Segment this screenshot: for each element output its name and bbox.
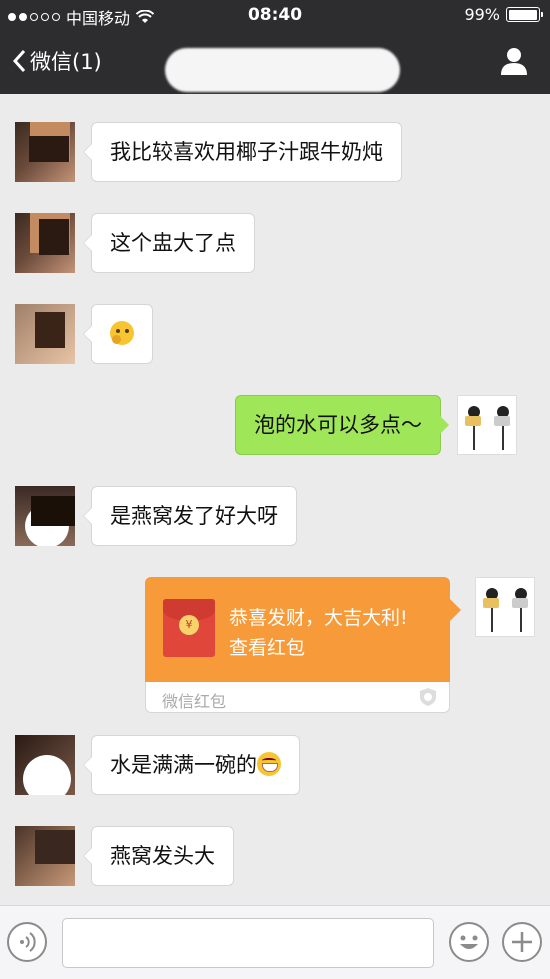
thinking-emoji-icon (110, 321, 134, 345)
chat-title-redacted (165, 48, 400, 92)
message-text: 是燕窝发了好大呀 (110, 504, 278, 528)
voice-button[interactable] (7, 922, 47, 962)
profile-icon[interactable] (500, 46, 528, 76)
message-bubble[interactable]: 我比较喜欢用椰子汁跟牛奶炖 (83, 122, 402, 182)
message-text: 这个盅大了点 (110, 231, 236, 255)
nav-bar: 微信(1) (0, 32, 550, 94)
chat-message (15, 304, 153, 364)
battery-percent: 99% (464, 5, 500, 24)
status-bar: 中国移动 08:40 99% (0, 0, 550, 32)
red-packet-message[interactable]: ¥ 恭喜发财，大吉大利! 查看红包 微信红包 (145, 577, 461, 713)
back-button[interactable]: 微信(1) (12, 46, 102, 76)
red-envelope-icon: ¥ (163, 599, 215, 657)
avatar[interactable] (15, 304, 75, 364)
grin-emoji-icon (257, 752, 281, 776)
red-packet-view: 查看红包 (229, 637, 306, 659)
chat-message: 是燕窝发了好大呀 (15, 486, 297, 546)
top-bar: 中国移动 08:40 99% 微信(1) (0, 0, 550, 94)
emoji-button[interactable] (449, 922, 489, 962)
chat-message: 我比较喜欢用椰子汁跟牛奶炖 (15, 122, 402, 182)
avatar[interactable] (15, 735, 75, 795)
chat-message: 这个盅大了点 (15, 213, 255, 273)
message-bubble[interactable]: 这个盅大了点 (83, 213, 255, 273)
avatar[interactable] (15, 122, 75, 182)
message-text: 泡的水可以多点～ (254, 413, 422, 437)
shield-icon (420, 688, 436, 706)
message-text: 我比较喜欢用椰子汁跟牛奶炖 (110, 140, 383, 164)
message-bubble[interactable]: 水是满满一碗的 (83, 735, 300, 795)
back-label: 微信(1) (30, 50, 102, 74)
smile-icon (460, 935, 478, 949)
avatar[interactable] (15, 826, 75, 886)
chat-message: 燕窝发头大 (15, 826, 234, 886)
chat-message: 水是满满一碗的 (15, 735, 300, 795)
chevron-left-icon (12, 49, 26, 73)
voice-icon (20, 932, 36, 952)
my-avatar[interactable] (457, 395, 517, 455)
red-packet-label: 微信红包 (162, 692, 227, 711)
message-bubble[interactable]: 泡的水可以多点～ (235, 395, 449, 455)
input-toolbar (0, 905, 550, 979)
chat-message-mine (475, 577, 535, 637)
avatar[interactable] (15, 213, 75, 273)
message-text: 燕窝发头大 (110, 844, 215, 868)
message-text: 水是满满一碗的 (110, 753, 257, 777)
message-bubble[interactable]: 燕窝发头大 (83, 826, 234, 886)
red-packet-greeting: 恭喜发财，大吉大利! (229, 607, 408, 629)
more-button[interactable] (502, 922, 542, 962)
message-input[interactable] (62, 918, 434, 968)
chat-message-mine: 泡的水可以多点～ (235, 395, 517, 455)
plus-icon (512, 932, 532, 952)
my-avatar[interactable] (475, 577, 535, 637)
message-bubble[interactable]: 是燕窝发了好大呀 (83, 486, 297, 546)
battery-icon (506, 7, 543, 22)
avatar[interactable] (15, 486, 75, 546)
message-bubble[interactable] (83, 304, 153, 364)
